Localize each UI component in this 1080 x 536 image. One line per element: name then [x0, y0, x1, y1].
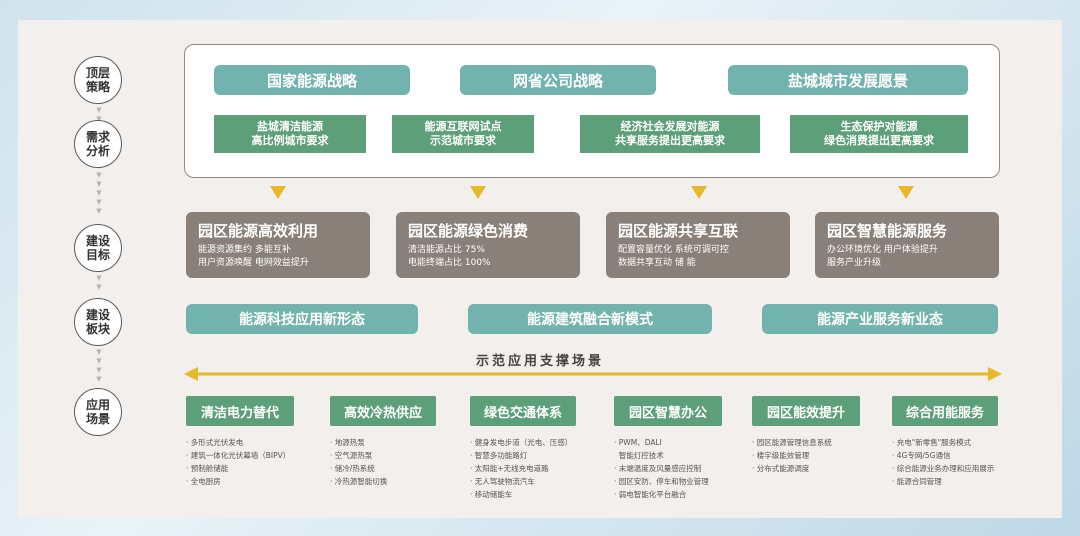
down-arrow-icon — [270, 186, 286, 199]
goal-desc: 办公环境优化 用户体验提升 服务产业升级 — [827, 245, 938, 268]
goal-title: 园区能源绿色消费 — [408, 222, 529, 240]
goal-green-consumption: 园区能源绿色消费 清洁能源占比 75% 电能终端占比 100% — [396, 212, 580, 278]
goal-desc: 清洁能源占比 75% 电能终端占比 100% — [408, 245, 491, 268]
app-integrated-service: 综合用能服务 — [892, 396, 998, 426]
goal-shared-interconnection: 园区能源共享互联 配置容量优化 系统可调可控 数据共享互动 储 能 — [606, 212, 790, 278]
demand-clean-energy: 盐城清洁能源 高比例城市要求 — [214, 115, 366, 153]
goal-efficient-use: 园区能源高效利用 能源资源集约 多能互补 用户资源唤醒 电网效益提升 — [186, 212, 370, 278]
list-item: · 冷热源智能切换 — [330, 477, 388, 486]
stage-application-scene: 应用 场景 — [74, 388, 122, 436]
list-item: · 预制舱储能 — [186, 464, 229, 473]
connector-dots: ▼ ▼ ▼ ▼ ▼ — [96, 171, 102, 215]
list-item: · 健身发电步道（光电、压感） — [470, 438, 573, 447]
list-item: · 园区安防、停车和物业管理 — [614, 477, 709, 486]
list-item: · 多形式光伏发电 — [186, 438, 244, 447]
app-smart-office: 园区智慧办公 — [614, 396, 722, 426]
strategy-provincial: 网省公司战略 — [460, 65, 656, 95]
sector-building: 能源建筑融合新模式 — [468, 304, 712, 334]
list-item: · 充电"新零售"服务模式 — [892, 438, 972, 447]
stage-top-strategy: 顶层 策略 — [74, 56, 122, 104]
list-item: · 弱电智能化平台融合 — [614, 490, 687, 499]
demand-shared-service: 经济社会发展对能源 共享服务提出更高要求 — [580, 115, 760, 153]
stage-construction-goal: 建设 目标 — [74, 224, 122, 272]
app-list-smart-office: · PWM、DALI 智能灯控技术 · 末端温度及风量感应控制 · 园区安防、停… — [614, 436, 709, 501]
diagram-frame: 顶层 策略 ▼ ▼ 需求 分析 ▼ ▼ ▼ ▼ ▼ 建设 目标 ▼ ▼ 建设 板块 ▼ ▼ ▼ ▼… — [0, 0, 1080, 536]
list-item: 智能灯控技术 — [618, 451, 664, 460]
app-list-efficiency: · 园区能源管理信息系统 · 楼宇级能效管理 · 分布式能源调度 — [752, 436, 832, 475]
sector-industry: 能源产业服务新业态 — [762, 304, 998, 334]
list-item: · 地源热泵 — [330, 438, 365, 447]
list-item: · 末端温度及风量感应控制 — [614, 464, 702, 473]
goal-title: 园区智慧能源服务 — [827, 222, 948, 240]
list-item: · PWM、DALI — [614, 438, 662, 447]
connector-dots: ▼ ▼ — [96, 274, 102, 291]
goal-smart-service: 园区智慧能源服务 办公环境优化 用户体验提升 服务产业升级 — [815, 212, 999, 278]
list-item: · 智慧多功能路灯 — [470, 451, 528, 460]
app-list-integrated-service: · 充电"新零售"服务模式 · 4G专网/5G通信 · 综合能源业务办理和应用展… — [892, 436, 994, 488]
app-heating-cooling: 高效冷热供应 — [330, 396, 436, 426]
list-item: · 移动储能车 — [470, 490, 513, 499]
list-item: · 空气源热泵 — [330, 451, 373, 460]
stage-demand-analysis: 需求 分析 — [74, 120, 122, 168]
demand-internet-pilot: 能源互联网试点 示范城市要求 — [392, 115, 534, 153]
sector-tech: 能源科技应用新形态 — [186, 304, 418, 334]
app-list-green-transport: · 健身发电步道（光电、压感） · 智慧多功能路灯 · 太阳能+无线充电道路 ·… — [470, 436, 572, 501]
list-item: · 园区能源管理信息系统 — [752, 438, 832, 447]
strategy-national: 国家能源战略 — [214, 65, 410, 95]
double-arrow-icon — [184, 367, 1002, 381]
goal-desc: 能源资源集约 多能互补 用户资源唤醒 电网效益提升 — [198, 245, 309, 268]
list-item: · 无人驾驶物流汽车 — [470, 477, 535, 486]
goal-desc: 配置容量优化 系统可调可控 数据共享互动 储 能 — [618, 245, 729, 268]
down-arrow-icon — [691, 186, 707, 199]
list-item: · 全电厨房 — [186, 477, 221, 486]
demand-green-consumption: 生态保护对能源 绿色消费提出更高要求 — [790, 115, 968, 153]
app-list-heating-cooling: · 地源热泵 · 空气源热泵 · 储冷/热系统 · 冷热源智能切换 — [330, 436, 387, 488]
list-item: · 储冷/热系统 — [330, 464, 375, 473]
list-item: · 能源合同管理 — [892, 477, 942, 486]
list-item: · 分布式能源调度 — [752, 464, 810, 473]
app-efficiency: 园区能效提升 — [752, 396, 860, 426]
list-item: · 建筑一体化光伏幕墙（BIPV） — [186, 451, 291, 460]
app-list-clean-power: · 多形式光伏发电 · 建筑一体化光伏幕墙（BIPV） · 预制舱储能 · 全电… — [186, 436, 290, 488]
down-arrow-icon — [898, 186, 914, 199]
strategy-city: 盐城城市发展愿景 — [728, 65, 968, 95]
list-item: · 太阳能+无线充电道路 — [470, 464, 549, 473]
stage-construction-sector: 建设 板块 — [74, 298, 122, 346]
goal-title: 园区能源共享互联 — [618, 222, 739, 240]
app-green-transport: 绿色交通体系 — [470, 396, 576, 426]
down-arrow-icon — [470, 186, 486, 199]
list-item: · 楼宇级能效管理 — [752, 451, 810, 460]
app-clean-power: 清洁电力替代 — [186, 396, 294, 426]
list-item: · 4G专网/5G通信 — [892, 451, 951, 460]
goal-title: 园区能源高效利用 — [198, 222, 319, 240]
list-item: · 综合能源业务办理和应用展示 — [892, 464, 995, 473]
